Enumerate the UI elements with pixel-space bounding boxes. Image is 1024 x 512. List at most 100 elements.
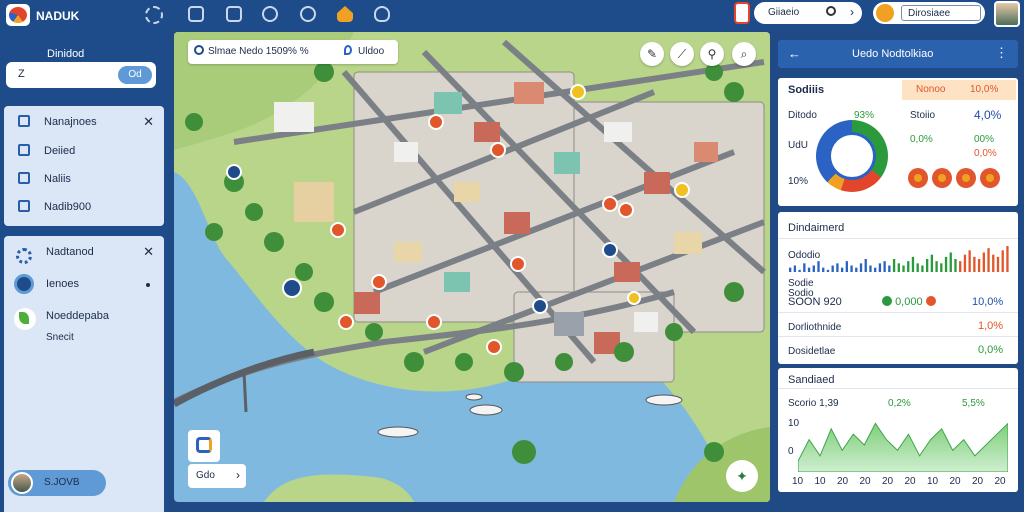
bar [855,267,858,272]
action-button[interactable] [908,168,928,188]
area-chart [798,422,1008,472]
pen-tool-icon[interactable]: ⟋ [670,42,694,66]
action-button[interactable] [932,168,952,188]
bar [831,265,834,272]
bar [940,263,943,272]
card2-r4-label: Dorliothnide [788,322,842,333]
bar [869,265,872,272]
settings-gear-icon[interactable] [145,6,163,24]
feather-tool-icon[interactable]: ⚲ [700,42,724,66]
sidebar-search[interactable]: Z Od [6,62,156,88]
x-tick: 20 [882,476,894,487]
x-tick: 10 [927,476,939,487]
map-canvas[interactable] [174,32,770,502]
card1-title: Sodiiis [788,84,825,96]
close-icon[interactable]: ✕ [143,114,154,130]
card2-r3-val: 0,000 [882,296,936,308]
bar [803,263,806,272]
divider [778,388,1018,389]
chart-icon[interactable] [226,6,242,22]
app-logo[interactable] [6,4,30,26]
r2-val2: 00% [974,134,995,145]
layer-toggle[interactable] [188,430,220,462]
bar [949,252,952,272]
sidebar-search-button[interactable]: Od [118,66,152,84]
hl-left: Nonoo [916,84,946,95]
bar [963,254,967,272]
action-button[interactable] [980,168,1000,188]
x-tick: 10 [792,476,804,487]
dashboard-card: Dindaimerd Ododio Sodie Sodio SOON 920 0… [778,212,1018,364]
sidebar-user[interactable]: S.JOVB [8,470,106,496]
panel1-header: Nanajnoes [18,115,97,128]
bar [793,265,797,272]
box-icon[interactable] [188,6,204,22]
bar [911,256,915,272]
bar [992,254,995,272]
bridge-pillar [242,371,248,413]
land-south [264,474,414,502]
bell-icon[interactable] [374,6,390,22]
logo-mark-icon [9,7,27,23]
card3-r1-val: 0,2% [888,398,911,409]
divider [778,238,1018,239]
chat-icon[interactable] [300,6,316,22]
avatar [11,472,33,494]
user-badge-icon [876,4,894,22]
area-series [798,422,1008,472]
r2-label: UdU [788,140,809,151]
compass-icon[interactable]: ✦ [726,460,758,492]
leaf-tool-icon[interactable]: ✎ [640,42,664,66]
more-vert-icon[interactable]: ⋮ [995,45,1008,61]
donut-hole [828,132,876,180]
bar [987,248,990,272]
panel-management: Nanajnoes ✕ Deiied Naliis Nadib900 [4,106,164,226]
avatar[interactable] [994,1,1020,27]
sidebar-item[interactable]: Deiied [18,144,75,157]
card2-r3-label: SOON 920 [788,296,842,308]
x-tick: 20 [994,476,1006,487]
boats [377,393,683,438]
user-selector[interactable]: Dirosiaee [873,2,985,24]
dot-icon [146,283,150,287]
sidebar-item[interactable]: Noeddepaba [46,310,109,322]
bar [902,265,905,272]
folder-icon [18,144,30,156]
sidebar: Dinidod Z Od Nanajnoes ✕ Deiied Naliis N… [0,30,168,512]
map-view[interactable] [174,32,770,502]
bar [826,269,830,272]
bar [888,265,891,272]
close-icon[interactable]: ✕ [143,244,154,260]
doc-icon [18,172,30,184]
sidebar-title: Dinidod [47,48,85,60]
zoom-tool-icon[interactable]: ⌕ [732,42,756,66]
r3-label: 10% [788,176,809,187]
map-search[interactable]: Slmae Nedo 1509% % Uldoo [188,40,398,64]
bar [812,265,815,272]
back-arrow-icon[interactable]: ← [788,46,801,61]
x-tick: 20 [949,476,961,487]
right-panel-title: Uedo Nodtolkiao [852,48,934,60]
sidebar-item[interactable]: Nadib900 [18,200,91,213]
action-button[interactable] [956,168,976,188]
chevron-right-icon: › [850,5,854,19]
bar [817,261,820,272]
bar [892,259,896,272]
chevron-right-icon: › [236,468,240,482]
map-filter-pill[interactable]: Gdo › [188,464,246,488]
home-icon[interactable] [337,6,353,22]
stats-card: Sodiiis Nonoo 10,0% Ditodo 93% Stoiio 4,… [778,78,1018,206]
bar [840,267,844,272]
top-search[interactable]: Giiaeio › [754,2,862,24]
r1b-val: 4,0% [974,108,1002,122]
star-icon[interactable] [262,6,278,22]
bar [954,259,957,272]
bar [959,261,962,272]
bar [807,267,811,272]
sidebar-item[interactable]: Ienoes [46,278,79,290]
sidebar-item[interactable]: Naliis [18,172,71,185]
divider [778,336,1018,337]
bar [916,263,919,272]
notification-icon[interactable] [734,2,750,24]
top-search-text: Giiaeio [768,7,800,18]
